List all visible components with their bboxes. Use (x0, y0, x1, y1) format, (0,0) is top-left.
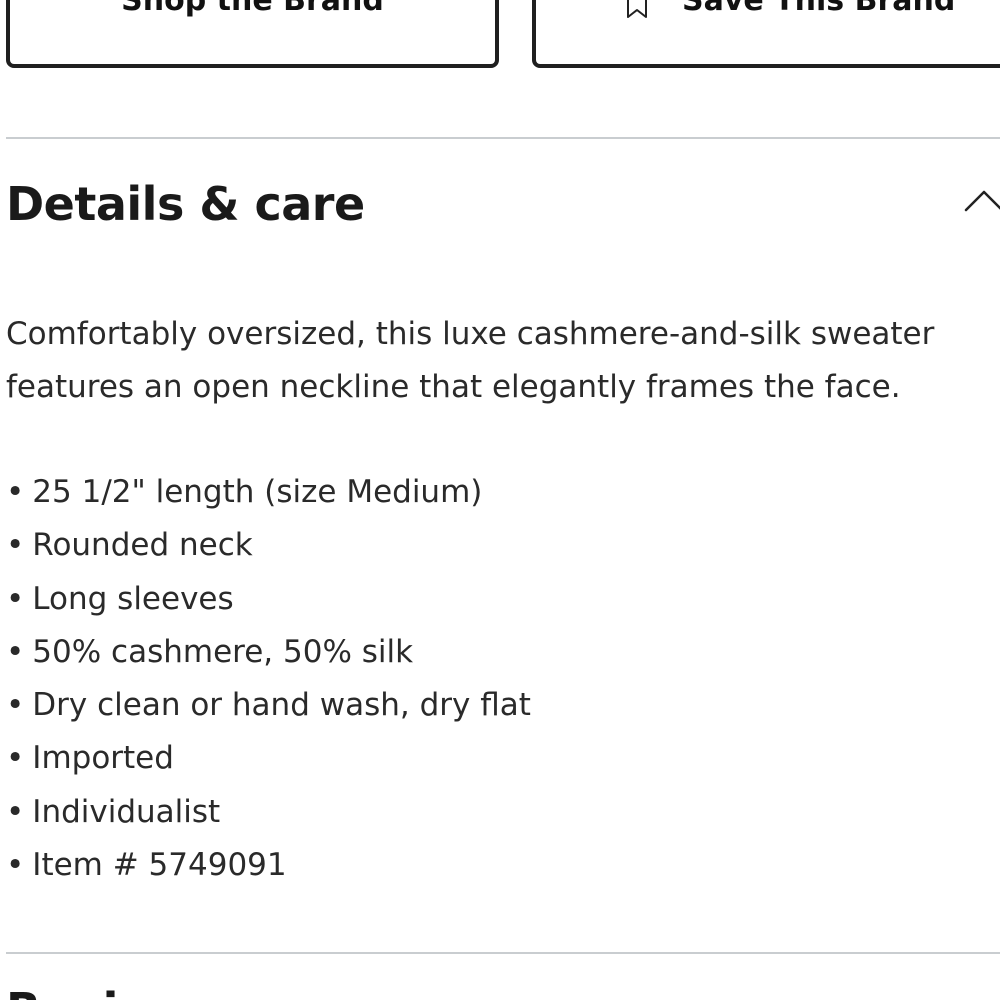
list-item: • 25 1/2" length (size Medium) (6, 466, 531, 519)
bullet-dot: • (6, 740, 25, 777)
list-item: • Dry clean or hand wash, dry flat (6, 679, 531, 732)
list-item: • Imported (6, 732, 531, 785)
list-item: • Individualist (6, 786, 531, 839)
reviews-heading[interactable]: Revi (6, 982, 118, 1000)
bullet-text: Imported (32, 740, 174, 777)
bullet-text: Dry clean or hand wash, dry flat (32, 687, 531, 724)
bullet-dot: • (6, 847, 25, 884)
shop-the-brand-label: Shop the Brand (121, 0, 384, 18)
bookmark-icon (626, 0, 648, 18)
product-description: Comfortably oversized, this luxe cashmer… (6, 308, 1000, 414)
list-item: • Long sleeves (6, 573, 531, 626)
section-divider (6, 952, 1000, 954)
list-item: • Rounded neck (6, 519, 531, 572)
details-bullet-list: • 25 1/2" length (size Medium) • Rounded n… (6, 466, 531, 892)
product-details-page: Shop the Brand Save This Brand Details &… (0, 0, 1000, 1000)
chevron-up-icon[interactable] (962, 186, 1000, 214)
bullet-text: 25 1/2" length (size Medium) (32, 474, 483, 510)
bullet-text: Individualist (32, 793, 221, 830)
description-line: features an open neckline that elegantly… (6, 369, 901, 405)
bullet-dot: • (6, 793, 25, 830)
save-this-brand-label: Save This Brand (682, 0, 956, 18)
description-line: Comfortably oversized, this luxe cashmer… (6, 316, 935, 352)
bullet-dot: • (6, 527, 25, 564)
save-this-brand-button[interactable]: Save This Brand (532, 0, 1000, 68)
bullet-text: Item # 5749091 (32, 847, 287, 884)
bullet-dot: • (6, 580, 25, 617)
list-item: • 50% cashmere, 50% silk (6, 626, 531, 679)
bullet-text: Rounded neck (32, 527, 253, 564)
bullet-dot: • (6, 687, 25, 724)
list-item: • Item # 5749091 (6, 839, 531, 892)
bullet-text: Long sleeves (32, 580, 234, 617)
bullet-dot: • (6, 474, 25, 510)
details-care-heading[interactable]: Details & care (6, 176, 365, 232)
section-divider (6, 137, 1000, 139)
bullet-text: 50% cashmere, 50% silk (32, 633, 414, 670)
bullet-dot: • (6, 633, 25, 670)
shop-the-brand-button[interactable]: Shop the Brand (6, 0, 499, 68)
